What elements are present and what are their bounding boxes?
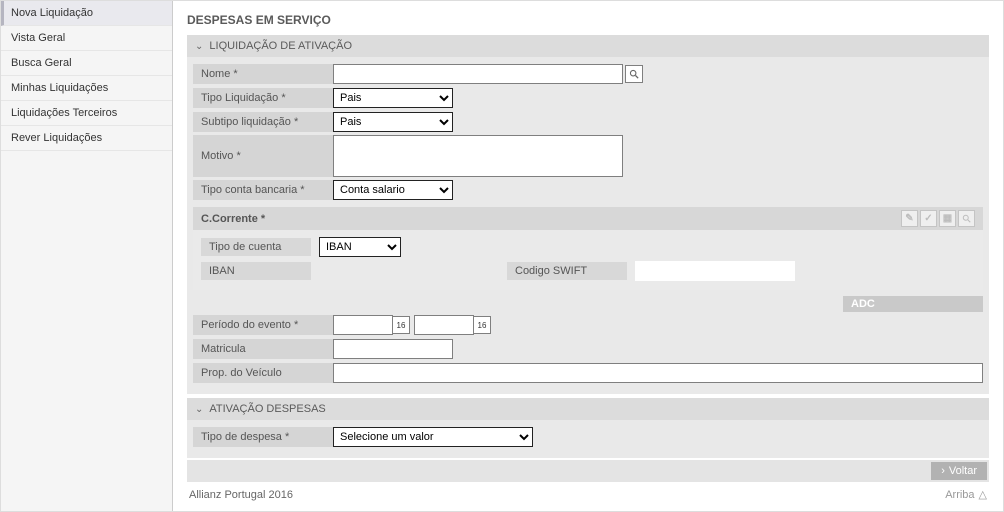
sidebar-item-label: Vista Geral bbox=[11, 32, 65, 44]
sidebar-item-vista-geral[interactable]: Vista Geral bbox=[1, 26, 172, 51]
tipo-conta-select[interactable]: Conta salario bbox=[333, 180, 453, 200]
label-matricula: Matricula bbox=[193, 339, 333, 359]
label-tipo-liquidacao: Tipo Liquidação * bbox=[193, 88, 333, 108]
subpanel-ccorrente: C.Corrente * ✎ ✓ ▦ Tipo de cuenta bbox=[193, 207, 983, 290]
tipo-liquidacao-select[interactable]: Pais bbox=[333, 88, 453, 108]
sidebar-item-busca-geral[interactable]: Busca Geral bbox=[1, 51, 172, 76]
sidebar-item-minhas-liquidacoes[interactable]: Minhas Liquidações bbox=[1, 76, 172, 101]
sidebar-item-label: Minhas Liquidações bbox=[11, 82, 108, 94]
tipo-cuenta-select[interactable]: IBAN bbox=[319, 237, 401, 257]
sidebar-item-label: Liquidações Terceiros bbox=[11, 107, 117, 119]
panel-head-liquidacao[interactable]: ⌄ LIQUIDAÇÃO DE ATIVAÇÃO bbox=[187, 35, 989, 57]
sidebar-item-rever-liquidacoes[interactable]: Rever Liquidações bbox=[1, 126, 172, 151]
edit-icon[interactable]: ✎ bbox=[901, 210, 918, 227]
panel-body-liquidacao: Nome * Tipo Liquidação * Pais Subtipo li… bbox=[187, 57, 989, 394]
tipo-despesa-select[interactable]: Selecione um valor bbox=[333, 427, 533, 447]
periodo-to-input[interactable] bbox=[414, 315, 474, 335]
label-subtipo-liquidacao: Subtipo liquidação * bbox=[193, 112, 333, 132]
voltar-label: Voltar bbox=[949, 465, 977, 477]
chevron-down-icon: ⌄ bbox=[195, 41, 203, 52]
label-tipo-conta: Tipo conta bancaria * bbox=[193, 180, 333, 200]
calendar-icon[interactable]: 16 bbox=[473, 316, 491, 334]
label-motivo: Motivo * bbox=[193, 135, 333, 177]
calendar-icon[interactable]: 16 bbox=[392, 316, 410, 334]
tag-icon[interactable]: ▦ bbox=[939, 210, 956, 227]
label-periodo: Período do evento * bbox=[193, 315, 333, 335]
sidebar-item-liquidacoes-terceiros[interactable]: Liquidações Terceiros bbox=[1, 101, 172, 126]
panel-title: LIQUIDAÇÃO DE ATIVAÇÃO bbox=[209, 40, 352, 52]
panel-head-ativacao[interactable]: ⌄ ATIVAÇÃO DESPESAS bbox=[187, 398, 989, 420]
sidebar-item-label: Nova Liquidação bbox=[11, 7, 93, 19]
label-iban: IBAN bbox=[201, 262, 311, 280]
label-prop-veiculo: Prop. do Veículo bbox=[193, 363, 333, 383]
prop-veiculo-input[interactable] bbox=[333, 363, 983, 383]
label-swift: Codigo SWIFT bbox=[507, 262, 627, 280]
main-content: DESPESAS EM SERVIÇO ⌄ LIQUIDAÇÃO DE ATIV… bbox=[173, 1, 1003, 511]
arriba-label: Arriba bbox=[945, 489, 974, 501]
sidebar: Nova Liquidação Vista Geral Busca Geral … bbox=[1, 1, 173, 511]
voltar-button[interactable]: › Voltar bbox=[931, 462, 987, 480]
matricula-input[interactable] bbox=[333, 339, 453, 359]
panel-body-ativacao: Tipo de despesa * Selecione um valor bbox=[187, 420, 989, 458]
panel-title: ATIVAÇÃO DESPESAS bbox=[209, 403, 325, 415]
sidebar-item-label: Busca Geral bbox=[11, 57, 72, 69]
chevron-right-icon: › bbox=[941, 465, 945, 477]
adc-button[interactable]: ADC bbox=[843, 296, 983, 312]
search-icon[interactable] bbox=[958, 210, 975, 227]
subtipo-liquidacao-select[interactable]: Pais bbox=[333, 112, 453, 132]
sidebar-item-label: Rever Liquidações bbox=[11, 132, 102, 144]
swift-input[interactable] bbox=[635, 261, 795, 281]
nome-input[interactable] bbox=[333, 64, 623, 84]
subpanel-title: C.Corrente * bbox=[201, 213, 265, 225]
label-tipo-cuenta: Tipo de cuenta bbox=[201, 238, 311, 256]
motivo-textarea[interactable] bbox=[333, 135, 623, 177]
back-to-top-button[interactable]: Arriba △ bbox=[945, 488, 987, 501]
footer-copyright: Allianz Portugal 2016 bbox=[189, 489, 293, 501]
chevron-down-icon: ⌄ bbox=[195, 404, 203, 415]
page-title: DESPESAS EM SERVIÇO bbox=[187, 9, 989, 35]
label-nome: Nome * bbox=[193, 64, 333, 84]
periodo-from-input[interactable] bbox=[333, 315, 393, 335]
triangle-up-icon: △ bbox=[979, 488, 987, 501]
search-icon[interactable] bbox=[625, 65, 643, 83]
check-icon[interactable]: ✓ bbox=[920, 210, 937, 227]
label-tipo-despesa: Tipo de despesa * bbox=[193, 427, 333, 447]
sidebar-item-nova-liquidacao[interactable]: Nova Liquidação bbox=[1, 1, 172, 26]
